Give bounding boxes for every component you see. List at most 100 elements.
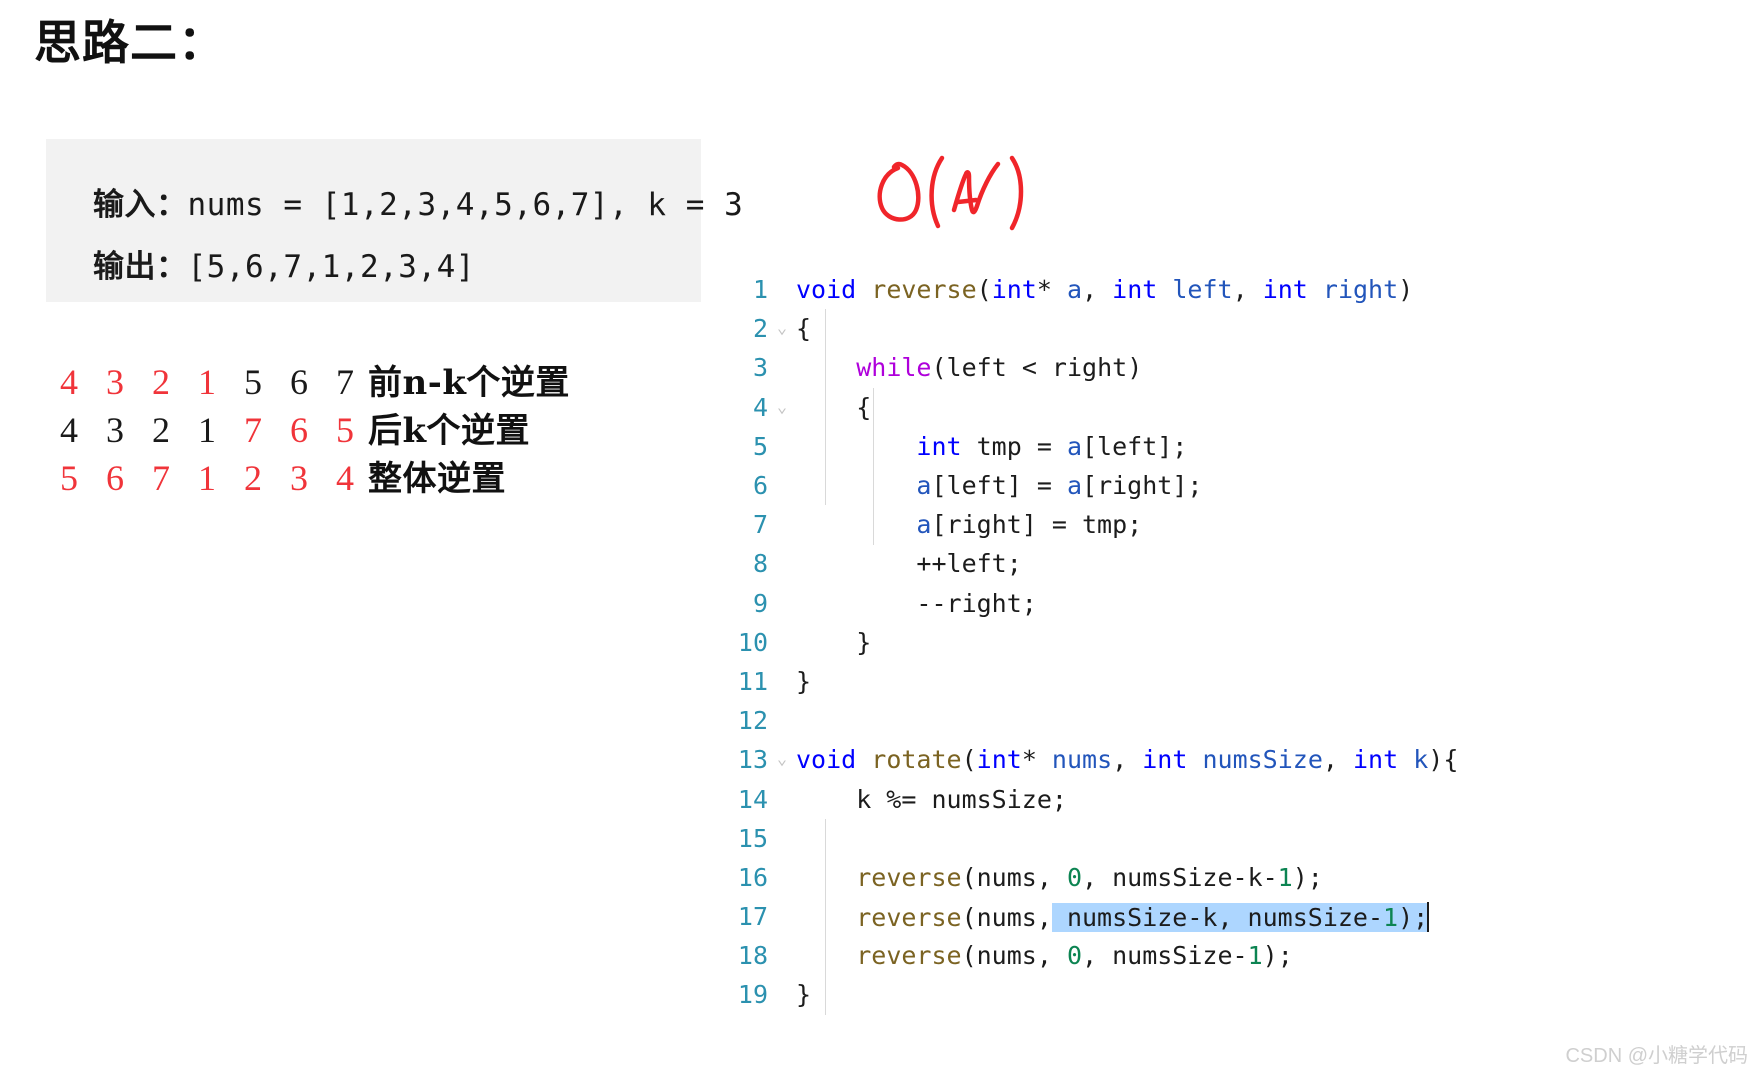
code-line[interactable]: 14 k %= numsSize; <box>710 779 1762 818</box>
code-line[interactable]: 3 while(left < right) <box>710 348 1762 387</box>
line-number: 13 <box>737 745 768 775</box>
chevron-down-icon[interactable]: ⌄ <box>768 320 796 337</box>
example-input-label: 输入： <box>93 187 188 223</box>
step-row: 5 6 7 1 2 3 4 整体逆置 <box>46 451 570 499</box>
code-line[interactable]: 4 ⌄ { <box>710 388 1762 427</box>
code-line-text[interactable]: reverse(nums, 0, numsSize-1); <box>796 941 1293 970</box>
code-line-text[interactable]: { <box>796 393 871 422</box>
code-line[interactable]: 7 a[right] = tmp; <box>710 505 1762 544</box>
code-line[interactable]: 8 ++left; <box>710 544 1762 583</box>
step-digits: 4 3 2 1 7 6 5 <box>46 409 368 451</box>
code-line[interactable]: 12 <box>710 701 1762 740</box>
code-line-text[interactable]: reverse(nums, numsSize-k, numsSize-1); <box>796 901 1430 932</box>
digit: 1 <box>198 458 216 498</box>
line-number: 9 <box>752 588 768 618</box>
line-number: 1 <box>752 275 768 305</box>
selection-highlight[interactable]: numsSize-k, numsSize-1); <box>1051 902 1429 932</box>
code-line-text[interactable]: } <box>796 980 811 1009</box>
example-input-value: nums = [1,2,3,4,5,6,7], k = 3 <box>187 187 744 223</box>
digit: 5 <box>60 458 78 498</box>
code-line-selected[interactable]: 17 reverse(nums, numsSize-k, numsSize-1)… <box>710 897 1762 936</box>
page-title: 思路二： <box>34 18 226 70</box>
digit: 2 <box>244 458 262 498</box>
line-number: 10 <box>737 627 768 657</box>
digit: 6 <box>290 362 308 402</box>
line-number: 17 <box>737 902 768 932</box>
step-note: 后k个逆置 <box>368 411 531 451</box>
digit: 3 <box>106 410 124 450</box>
chevron-down-icon[interactable]: ⌄ <box>768 398 796 416</box>
code-line-text[interactable]: void reverse(int* a, int left, int right… <box>796 275 1413 304</box>
handwritten-complexity-annotation <box>877 155 1024 231</box>
digit: 4 <box>60 362 78 402</box>
digit: 7 <box>244 410 262 450</box>
line-number: 2 <box>752 314 768 344</box>
code-line-text[interactable]: while(left < right) <box>796 353 1142 382</box>
step-note: 整体逆置 <box>368 459 506 499</box>
code-line-text[interactable]: void rotate(int* nums, int numsSize, int… <box>796 745 1458 774</box>
code-line-text[interactable]: } <box>796 628 871 657</box>
digit: 6 <box>106 458 124 498</box>
digit: 3 <box>290 458 308 498</box>
code-line[interactable]: 6 a[left] = a[right]; <box>710 466 1762 505</box>
line-number: 18 <box>737 941 768 971</box>
code-line-text[interactable]: } <box>796 667 811 696</box>
code-line[interactable]: 18 reverse(nums, 0, numsSize-1); <box>710 936 1762 975</box>
digit: 1 <box>198 410 216 450</box>
example-output-line: 输出：[5,6,7,1,2,3,4] <box>93 241 475 286</box>
code-editor-panel[interactable]: 1 void reverse(int* a, int left, int rig… <box>710 270 1762 1060</box>
digit: 6 <box>290 410 308 450</box>
step-digits: 5 6 7 1 2 3 4 <box>46 457 368 499</box>
step-row: 4 3 2 1 5 6 7 前n-k个逆置 <box>46 355 570 403</box>
digit: 5 <box>244 362 262 402</box>
code-line[interactable]: 10 } <box>710 623 1762 662</box>
code-line-text[interactable]: int tmp = a[left]; <box>796 432 1187 461</box>
digit: 5 <box>336 410 354 450</box>
code-line-text[interactable]: ++left; <box>796 549 1021 578</box>
digit: 2 <box>152 410 170 450</box>
csdn-watermark: CSDN @小糖学代码 <box>1565 1045 1748 1067</box>
example-quote-block: 输入：nums = [1,2,3,4,5,6,7], k = 3 输出：[5,6… <box>46 139 743 302</box>
code-line[interactable]: 9 --right; <box>710 584 1762 623</box>
reverse-steps-list: 4 3 2 1 5 6 7 前n-k个逆置 4 3 2 1 7 6 5 后k个逆… <box>46 355 570 499</box>
line-number: 11 <box>737 666 768 696</box>
line-number: 12 <box>737 706 768 736</box>
line-number: 7 <box>752 510 768 540</box>
chevron-down-icon[interactable]: ⌄ <box>768 751 796 768</box>
code-line-text[interactable]: a[left] = a[right]; <box>796 471 1202 500</box>
code-line[interactable]: 5 int tmp = a[left]; <box>710 427 1762 466</box>
line-number: 14 <box>737 784 768 814</box>
line-number: 8 <box>752 549 768 579</box>
code-line-text[interactable]: { <box>796 314 811 343</box>
code-line[interactable]: 11 } <box>710 662 1762 701</box>
code-line-text[interactable]: a[right] = tmp; <box>796 510 1142 539</box>
code-line[interactable]: 1 void reverse(int* a, int left, int rig… <box>710 270 1762 309</box>
digit: 7 <box>336 362 354 402</box>
digit: 7 <box>152 458 170 498</box>
line-number: 16 <box>737 862 768 892</box>
line-number: 19 <box>737 980 768 1010</box>
step-digits: 4 3 2 1 5 6 7 <box>46 361 368 403</box>
code-line-text[interactable]: reverse(nums, 0, numsSize-k-1); <box>796 863 1323 892</box>
line-number: 15 <box>737 823 768 853</box>
code-line-text[interactable]: --right; <box>796 589 1036 618</box>
digit: 2 <box>152 362 170 402</box>
line-number: 5 <box>752 431 768 461</box>
code-line-text[interactable]: k %= numsSize; <box>796 785 1067 814</box>
code-line[interactable]: 15 <box>710 819 1762 858</box>
code-line[interactable]: 19 } <box>710 975 1762 1014</box>
digit: 4 <box>60 410 78 450</box>
digit: 1 <box>198 362 216 402</box>
code-line[interactable]: 2 ⌄ { <box>710 309 1762 348</box>
step-row: 4 3 2 1 7 6 5 后k个逆置 <box>46 403 570 451</box>
digit: 4 <box>336 458 354 498</box>
code-line[interactable]: 16 reverse(nums, 0, numsSize-k-1); <box>710 858 1762 897</box>
example-input-line: 输入：nums = [1,2,3,4,5,6,7], k = 3 <box>93 179 743 224</box>
code-line[interactable]: 13 ⌄ void rotate(int* nums, int numsSize… <box>710 740 1762 779</box>
example-output-label: 输出： <box>93 249 188 285</box>
text-cursor <box>1427 901 1430 932</box>
digit: 3 <box>106 362 124 402</box>
line-number: 3 <box>752 353 768 383</box>
line-number: 6 <box>752 471 768 501</box>
line-number: 4 <box>752 392 768 422</box>
